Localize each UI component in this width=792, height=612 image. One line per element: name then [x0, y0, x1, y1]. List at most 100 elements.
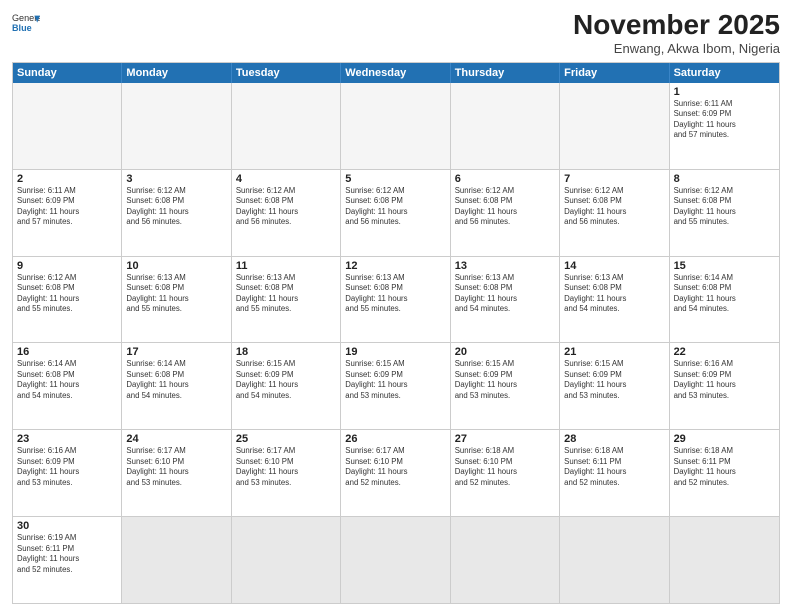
day-info: Sunrise: 6:15 AM Sunset: 6:09 PM Dayligh… — [564, 359, 664, 401]
empty-cell — [122, 83, 231, 169]
day-number: 4 — [236, 173, 336, 185]
day-header-saturday: Saturday — [670, 63, 779, 83]
day-info: Sunrise: 6:18 AM Sunset: 6:11 PM Dayligh… — [564, 446, 664, 488]
day-number: 6 — [455, 173, 555, 185]
day-cell-11: 11Sunrise: 6:13 AM Sunset: 6:08 PM Dayli… — [232, 257, 341, 343]
day-info: Sunrise: 6:15 AM Sunset: 6:09 PM Dayligh… — [455, 359, 555, 401]
empty-cell — [451, 83, 560, 169]
day-cell-10: 10Sunrise: 6:13 AM Sunset: 6:08 PM Dayli… — [122, 257, 231, 343]
day-cell-13: 13Sunrise: 6:13 AM Sunset: 6:08 PM Dayli… — [451, 257, 560, 343]
day-info: Sunrise: 6:14 AM Sunset: 6:08 PM Dayligh… — [674, 273, 775, 315]
day-cell-16: 16Sunrise: 6:14 AM Sunset: 6:08 PM Dayli… — [13, 343, 122, 429]
day-info: Sunrise: 6:12 AM Sunset: 6:08 PM Dayligh… — [564, 186, 664, 228]
calendar-row-6: 30Sunrise: 6:19 AM Sunset: 6:11 PM Dayli… — [13, 516, 779, 603]
day-cell-15: 15Sunrise: 6:14 AM Sunset: 6:08 PM Dayli… — [670, 257, 779, 343]
day-header-monday: Monday — [122, 63, 231, 83]
day-number: 27 — [455, 433, 555, 445]
day-cell-17: 17Sunrise: 6:14 AM Sunset: 6:08 PM Dayli… — [122, 343, 231, 429]
calendar-body: 1 Sunrise: 6:11 AM Sunset: 6:09 PM Daylig… — [13, 83, 779, 603]
day-cell-30: 30Sunrise: 6:19 AM Sunset: 6:11 PM Dayli… — [13, 517, 122, 603]
day-number: 12 — [345, 260, 445, 272]
day-cell-8: 8Sunrise: 6:12 AM Sunset: 6:08 PM Daylig… — [670, 170, 779, 256]
day-cell-26: 26Sunrise: 6:17 AM Sunset: 6:10 PM Dayli… — [341, 430, 450, 516]
day-number: 5 — [345, 173, 445, 185]
day-cell-25: 25Sunrise: 6:17 AM Sunset: 6:10 PM Dayli… — [232, 430, 341, 516]
day-number: 15 — [674, 260, 775, 272]
day-number: 29 — [674, 433, 775, 445]
day-number: 1 — [674, 86, 775, 98]
day-info: Sunrise: 6:14 AM Sunset: 6:08 PM Dayligh… — [126, 359, 226, 401]
empty-cell — [670, 517, 779, 603]
month-title: November 2025 — [573, 10, 780, 41]
day-cell-29: 29Sunrise: 6:18 AM Sunset: 6:11 PM Dayli… — [670, 430, 779, 516]
day-number: 26 — [345, 433, 445, 445]
day-info: Sunrise: 6:12 AM Sunset: 6:08 PM Dayligh… — [126, 186, 226, 228]
day-cell-5: 5Sunrise: 6:12 AM Sunset: 6:08 PM Daylig… — [341, 170, 450, 256]
day-cell-14: 14Sunrise: 6:13 AM Sunset: 6:08 PM Dayli… — [560, 257, 669, 343]
day-info: Sunrise: 6:18 AM Sunset: 6:10 PM Dayligh… — [455, 446, 555, 488]
day-info: Sunrise: 6:16 AM Sunset: 6:09 PM Dayligh… — [17, 446, 117, 488]
day-number: 24 — [126, 433, 226, 445]
day-cell-23: 23Sunrise: 6:16 AM Sunset: 6:09 PM Dayli… — [13, 430, 122, 516]
day-number: 8 — [674, 173, 775, 185]
day-number: 20 — [455, 346, 555, 358]
day-info: Sunrise: 6:19 AM Sunset: 6:11 PM Dayligh… — [17, 533, 117, 575]
location: Enwang, Akwa Ibom, Nigeria — [573, 41, 780, 56]
day-cell-6: 6Sunrise: 6:12 AM Sunset: 6:08 PM Daylig… — [451, 170, 560, 256]
day-cell-1: 1Sunrise: 6:11 AM Sunset: 6:09 PM Daylig… — [670, 83, 779, 169]
day-header-thursday: Thursday — [451, 63, 560, 83]
day-number: 21 — [564, 346, 664, 358]
calendar-row-3: 9Sunrise: 6:12 AM Sunset: 6:08 PM Daylig… — [13, 256, 779, 343]
day-info: Sunrise: 6:14 AM Sunset: 6:08 PM Dayligh… — [17, 359, 117, 401]
day-info: Sunrise: 6:12 AM Sunset: 6:08 PM Dayligh… — [17, 273, 117, 315]
page: General Blue November 2025 Enwang, Akwa … — [0, 0, 792, 612]
day-number: 16 — [17, 346, 117, 358]
day-cell-27: 27Sunrise: 6:18 AM Sunset: 6:10 PM Dayli… — [451, 430, 560, 516]
day-header-tuesday: Tuesday — [232, 63, 341, 83]
calendar: SundayMondayTuesdayWednesdayThursdayFrid… — [12, 62, 780, 604]
day-info: Sunrise: 6:13 AM Sunset: 6:08 PM Dayligh… — [455, 273, 555, 315]
calendar-row-2: 2Sunrise: 6:11 AM Sunset: 6:09 PM Daylig… — [13, 169, 779, 256]
empty-cell — [451, 517, 560, 603]
day-cell-22: 22Sunrise: 6:16 AM Sunset: 6:09 PM Dayli… — [670, 343, 779, 429]
empty-cell — [122, 517, 231, 603]
day-cell-21: 21Sunrise: 6:15 AM Sunset: 6:09 PM Dayli… — [560, 343, 669, 429]
day-number: 22 — [674, 346, 775, 358]
calendar-row-1: 1Sunrise: 6:11 AM Sunset: 6:09 PM Daylig… — [13, 83, 779, 169]
calendar-row-5: 23Sunrise: 6:16 AM Sunset: 6:09 PM Dayli… — [13, 429, 779, 516]
day-info: Sunrise: 6:17 AM Sunset: 6:10 PM Dayligh… — [345, 446, 445, 488]
day-cell-20: 20Sunrise: 6:15 AM Sunset: 6:09 PM Dayli… — [451, 343, 560, 429]
empty-cell — [341, 517, 450, 603]
empty-cell — [560, 517, 669, 603]
day-info: Sunrise: 6:15 AM Sunset: 6:09 PM Dayligh… — [345, 359, 445, 401]
day-number: 13 — [455, 260, 555, 272]
day-info: Sunrise: 6:13 AM Sunset: 6:08 PM Dayligh… — [236, 273, 336, 315]
day-cell-18: 18Sunrise: 6:15 AM Sunset: 6:09 PM Dayli… — [232, 343, 341, 429]
day-number: 7 — [564, 173, 664, 185]
day-number: 9 — [17, 260, 117, 272]
day-info: Sunrise: 6:13 AM Sunset: 6:08 PM Dayligh… — [345, 273, 445, 315]
day-info: Sunrise: 6:11 AM Sunset: 6:09 PM Dayligh… — [17, 186, 117, 228]
day-number: 2 — [17, 173, 117, 185]
empty-cell — [560, 83, 669, 169]
day-info: Sunrise: 6:12 AM Sunset: 6:08 PM Dayligh… — [455, 186, 555, 228]
day-cell-12: 12Sunrise: 6:13 AM Sunset: 6:08 PM Dayli… — [341, 257, 450, 343]
day-number: 18 — [236, 346, 336, 358]
day-number: 11 — [236, 260, 336, 272]
day-info: Sunrise: 6:17 AM Sunset: 6:10 PM Dayligh… — [236, 446, 336, 488]
empty-cell — [232, 83, 341, 169]
day-cell-7: 7Sunrise: 6:12 AM Sunset: 6:08 PM Daylig… — [560, 170, 669, 256]
generalblue-logo-icon: General Blue — [12, 10, 40, 38]
empty-cell — [13, 83, 122, 169]
day-number: 25 — [236, 433, 336, 445]
day-info: Sunrise: 6:13 AM Sunset: 6:08 PM Dayligh… — [564, 273, 664, 315]
day-cell-19: 19Sunrise: 6:15 AM Sunset: 6:09 PM Dayli… — [341, 343, 450, 429]
svg-text:Blue: Blue — [12, 23, 32, 33]
empty-cell — [341, 83, 450, 169]
day-number: 19 — [345, 346, 445, 358]
day-cell-3: 3Sunrise: 6:12 AM Sunset: 6:08 PM Daylig… — [122, 170, 231, 256]
day-info: Sunrise: 6:13 AM Sunset: 6:08 PM Dayligh… — [126, 273, 226, 315]
day-info: Sunrise: 6:12 AM Sunset: 6:08 PM Dayligh… — [345, 186, 445, 228]
day-number: 23 — [17, 433, 117, 445]
calendar-header: SundayMondayTuesdayWednesdayThursdayFrid… — [13, 63, 779, 83]
